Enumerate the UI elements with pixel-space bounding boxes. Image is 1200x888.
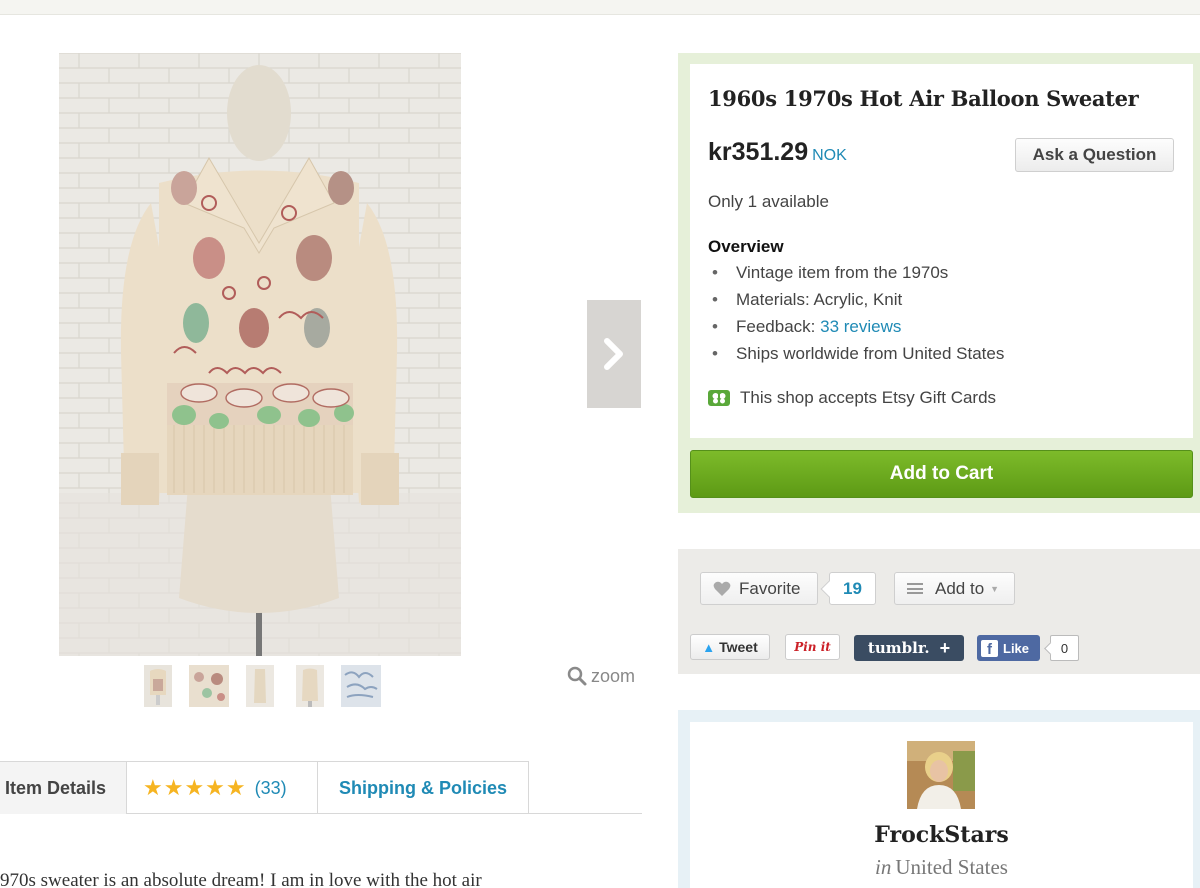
like-count: 0 xyxy=(1050,635,1079,661)
add-to-cart-button[interactable]: Add to Cart xyxy=(690,450,1193,498)
shop-name[interactable]: FrockStars xyxy=(690,822,1193,848)
chevron-right-icon xyxy=(604,338,623,370)
thumbnail[interactable] xyxy=(296,665,324,707)
magnifier-icon xyxy=(567,666,587,686)
listing-price: kr351.29 NOK xyxy=(708,138,847,167)
favorite-label: Favorite xyxy=(739,578,801,598)
location-prefix: in xyxy=(875,855,892,879)
like-label: Like xyxy=(1003,640,1030,656)
zoom-button[interactable]: zoom xyxy=(566,665,635,687)
overview-item: Ships worldwide from United States xyxy=(712,343,1004,370)
thumbnail[interactable] xyxy=(246,665,274,707)
zoom-label: zoom xyxy=(591,665,636,686)
thumbnail[interactable] xyxy=(189,665,229,707)
main-product-image[interactable] xyxy=(59,53,461,656)
tumblr-share-button[interactable]: tumblr. + xyxy=(854,635,964,661)
top-bar xyxy=(0,0,1200,15)
twitter-bird-icon: ▲ xyxy=(702,639,716,655)
price-currency: NOK xyxy=(812,147,847,164)
thumbnail[interactable] xyxy=(144,665,172,707)
price-amount: kr351.29 xyxy=(708,138,809,166)
tumblr-label: tumblr. xyxy=(867,639,930,657)
item-description: 970s sweater is an absolute dream! I am … xyxy=(0,870,482,888)
gift-cards-note: This shop accepts Etsy Gift Cards xyxy=(708,388,996,408)
feedback-reviews-link[interactable]: 33 reviews xyxy=(820,317,901,336)
gift-card-icon xyxy=(708,390,730,406)
tab-item-details[interactable]: Item Details xyxy=(0,761,127,814)
pin-it-button[interactable]: Pin it xyxy=(785,634,840,660)
shop-location: in United States xyxy=(690,855,1193,880)
overview-heading: Overview xyxy=(708,237,784,256)
listing-tabs: Item Details ★★★★★ (33) Shipping & Polic… xyxy=(0,761,642,814)
favorite-button[interactable]: Favorite xyxy=(700,572,818,605)
caret-down-icon: ▼ xyxy=(990,583,1000,594)
favorite-count: 19 xyxy=(829,572,876,605)
availability-text: Only 1 available xyxy=(708,192,829,211)
listing-title: 1960s 1970s Hot Air Balloon Sweater xyxy=(708,86,1139,111)
gift-cards-text: This shop accepts Etsy Gift Cards xyxy=(740,388,997,407)
tab-shipping-policies[interactable]: Shipping & Policies xyxy=(318,761,529,814)
tab-item-details-label: Item Details xyxy=(5,777,107,798)
review-count: (33) xyxy=(254,777,287,798)
plus-icon: + xyxy=(939,637,951,658)
overview-list: Vintage item from the 1970s Materials: A… xyxy=(712,262,1004,370)
list-icon xyxy=(907,583,923,594)
rating-stars-icon: ★★★★★ xyxy=(143,775,247,800)
heart-icon xyxy=(713,581,731,596)
overview-item: Materials: Acrylic, Knit xyxy=(712,289,1004,316)
overview-item: Feedback: 33 reviews xyxy=(712,316,1004,343)
facebook-like-button[interactable]: f Like xyxy=(977,635,1040,661)
tweet-label: Tweet xyxy=(719,639,758,655)
add-to-label: Add to xyxy=(935,578,985,598)
next-image-button[interactable] xyxy=(587,300,641,408)
shop-avatar[interactable] xyxy=(907,741,975,809)
tweet-button[interactable]: ▲ Tweet xyxy=(690,634,770,660)
location-text: United States xyxy=(895,855,1008,879)
tab-reviews[interactable]: ★★★★★ (33) xyxy=(127,761,318,814)
facebook-icon: f xyxy=(981,639,998,657)
thumbnail[interactable] xyxy=(341,665,381,707)
overview-item: Vintage item from the 1970s xyxy=(712,262,1004,289)
add-to-list-button[interactable]: Add to ▼ xyxy=(894,572,1015,605)
tab-shipping-label: Shipping & Policies xyxy=(338,777,508,798)
ask-question-button[interactable]: Ask a Question xyxy=(1015,138,1174,172)
